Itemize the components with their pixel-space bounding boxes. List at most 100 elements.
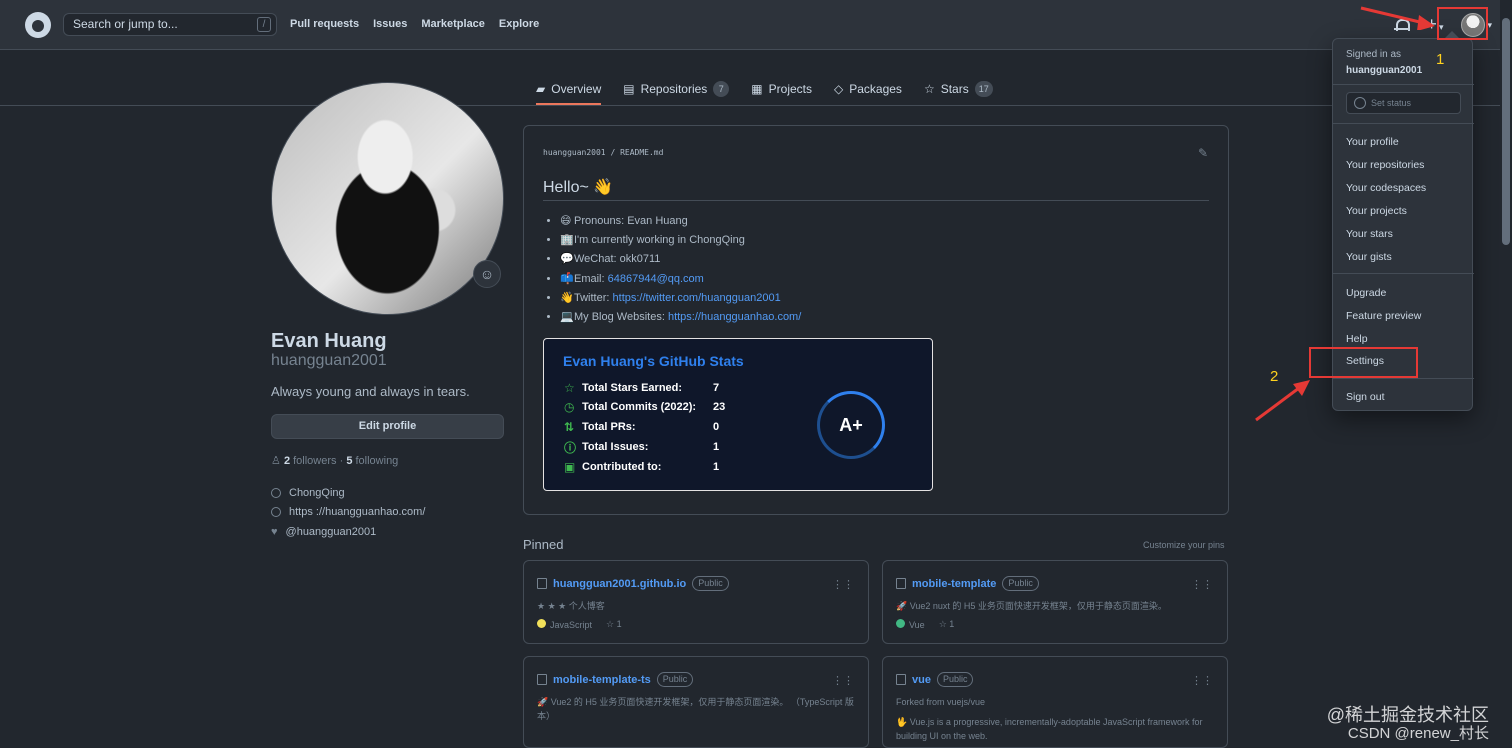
drag-handle-icon[interactable]: ⋮⋮	[832, 578, 854, 591]
nav-marketplace[interactable]: Marketplace	[421, 18, 485, 30]
slash-shortcut-key: /	[257, 17, 271, 32]
forked-from-text: Forked from vuejs/vue	[896, 697, 986, 707]
pinned-repo-card[interactable]: mobile-template-ts Public ⋮⋮ 🚀 Vue2 的 H5 …	[523, 656, 869, 748]
drag-handle-icon[interactable]: ⋮⋮	[832, 674, 854, 687]
repository-icon: ▣	[564, 460, 576, 474]
drag-handle-icon[interactable]: ⋮⋮	[1191, 578, 1213, 591]
twitter-icon: ♥	[271, 526, 278, 538]
search-input[interactable]: Search or jump to... /	[63, 13, 277, 36]
menu-divider	[1333, 378, 1474, 379]
menu-item-sign-out[interactable]: Sign out	[1346, 391, 1385, 403]
stars-link[interactable]: ☆ 1	[606, 619, 622, 630]
website-detail[interactable]: https ://huangguanhao.com/	[271, 506, 425, 518]
language-dot-icon	[537, 619, 546, 628]
pinned-repo-card[interactable]: vue Public ⋮⋮ Forked from vuejs/vue 🖖 Vue…	[882, 656, 1228, 748]
mailbox-icon: 📫	[560, 272, 574, 285]
twitter-link[interactable]: @huangguan2001	[286, 526, 377, 538]
author-watermark: CSDN @renew_村长	[1347, 725, 1489, 742]
repo-meta: JavaScript ☆ 1	[537, 619, 622, 630]
stars-link[interactable]: ☆ 1	[939, 619, 955, 630]
customize-pins-link[interactable]: Customize your pins	[1143, 540, 1225, 550]
repo-description: 🖖 Vue.js is a progressive, incrementally…	[896, 717, 1203, 741]
readme-heading: Hello~ 👋	[543, 177, 613, 197]
menu-item-your-stars[interactable]: Your stars	[1346, 228, 1393, 240]
people-icon: ♙	[271, 455, 281, 467]
pencil-icon[interactable]: ✎	[1198, 146, 1208, 160]
star-icon: ☆	[923, 81, 935, 96]
menu-item-your-codespaces[interactable]: Your codespaces	[1346, 182, 1426, 194]
github-logo-icon[interactable]	[25, 12, 51, 38]
visibility-badge: Public	[656, 672, 694, 687]
red-arrow-2-icon	[1255, 380, 1310, 422]
nav-explore[interactable]: Explore	[499, 18, 539, 30]
menu-item-feature-preview[interactable]: Feature preview	[1346, 310, 1421, 322]
repo-link[interactable]: vue	[912, 674, 931, 686]
caret-down-icon: ▾	[1487, 19, 1492, 30]
repo-title: vue Public	[896, 672, 974, 687]
stat-label: Total PRs:	[582, 421, 636, 433]
nav-issues[interactable]: Issues	[373, 18, 407, 30]
profile-avatar[interactable]	[271, 82, 504, 315]
profile-tabs: ▰ Overview ▤ Repositories 7 ▦ Projects ◇ Pack…	[536, 72, 993, 105]
language-name: JavaScript	[550, 620, 593, 630]
smiley-status-icon[interactable]: ☺	[473, 260, 501, 288]
profile-login: huangguan2001	[271, 352, 387, 369]
waving-hand-icon: 👋	[560, 291, 574, 304]
profile-tab-divider	[0, 105, 1512, 106]
search-placeholder: Search or jump to...	[73, 17, 178, 31]
menu-divider	[1333, 123, 1474, 124]
followers-link[interactable]: 2 followers	[284, 455, 337, 467]
tab-packages[interactable]: ◇ Packages	[834, 72, 902, 105]
menu-item-help[interactable]: Help	[1346, 333, 1368, 345]
stat-row-commits: ◷ Total Commits (2022): 23	[564, 399, 734, 415]
readme-item: 💻My Blog Websites: https://huangguanhao.…	[560, 310, 801, 329]
waving-hand-icon: 👋	[593, 179, 614, 196]
repo-title: mobile-template Public	[896, 576, 1039, 591]
tab-label: Stars	[940, 81, 969, 96]
menu-item-your-profile[interactable]: Your profile	[1346, 136, 1399, 148]
stat-value: 23	[713, 401, 726, 413]
tab-overview[interactable]: ▰ Overview	[536, 72, 602, 105]
following-label: following	[355, 455, 399, 467]
twitter-url-link[interactable]: https://twitter.com/huangguan2001	[613, 292, 781, 304]
settings-highlight-box	[1309, 347, 1418, 378]
repository-icon	[537, 674, 547, 685]
drag-handle-icon[interactable]: ⋮⋮	[1191, 674, 1213, 687]
readme-owner-link[interactable]: huangguan2001	[543, 148, 606, 157]
chat-icon: 💬	[560, 253, 574, 266]
repo-link[interactable]: mobile-template	[912, 578, 996, 590]
followers-following: ♙ 2 followers · 5 following	[271, 455, 399, 467]
email-link[interactable]: 64867944@qq.com	[608, 273, 704, 285]
stat-label: Contributed to:	[582, 461, 662, 473]
pinned-repo-card[interactable]: huangguan2001.github.io Public ⋮⋮ ★ ★ ★ 个…	[523, 560, 869, 644]
edit-profile-button[interactable]: Edit profile	[271, 414, 504, 439]
menu-item-your-projects[interactable]: Your projects	[1346, 205, 1407, 217]
set-status-button[interactable]: Set status	[1346, 92, 1461, 114]
vertical-scrollbar[interactable]	[1500, 0, 1512, 746]
star-count: 1	[949, 619, 955, 629]
history-icon: ◷	[564, 400, 575, 414]
following-link[interactable]: 5 following	[346, 455, 398, 467]
scrollbar-thumb[interactable]	[1502, 18, 1510, 245]
repo-link[interactable]: mobile-template-ts	[553, 674, 651, 686]
menu-item-your-repositories[interactable]: Your repositories	[1346, 159, 1424, 171]
tab-projects[interactable]: ▦ Projects	[751, 72, 812, 105]
website-link[interactable]: https ://huangguanhao.com/	[289, 506, 425, 518]
repo-link[interactable]: huangguan2001.github.io	[553, 578, 686, 590]
smile-icon: 😄	[560, 215, 572, 227]
twitter-detail[interactable]: ♥ @huangguan2001	[271, 526, 376, 538]
tab-repositories[interactable]: ▤ Repositories 7	[623, 72, 730, 105]
tab-stars[interactable]: ☆ Stars 17	[924, 72, 993, 105]
nav-pull-requests[interactable]: Pull requests	[290, 18, 359, 30]
book-open-icon: ▰	[536, 81, 546, 96]
count-badge: 7	[713, 80, 730, 97]
menu-item-upgrade[interactable]: Upgrade	[1346, 287, 1386, 299]
menu-item-your-gists[interactable]: Your gists	[1346, 251, 1392, 263]
pinned-repo-card[interactable]: mobile-template Public ⋮⋮ 🚀 Vue2 nuxt 的 H…	[882, 560, 1228, 644]
language-name: Vue	[909, 620, 925, 630]
menu-divider	[1333, 273, 1474, 274]
stat-value: 7	[713, 382, 720, 394]
blog-link[interactable]: https://huangguanhao.com/	[668, 311, 801, 323]
stats-grade-ring: A+	[817, 391, 885, 459]
count-badge: 17	[974, 80, 993, 97]
